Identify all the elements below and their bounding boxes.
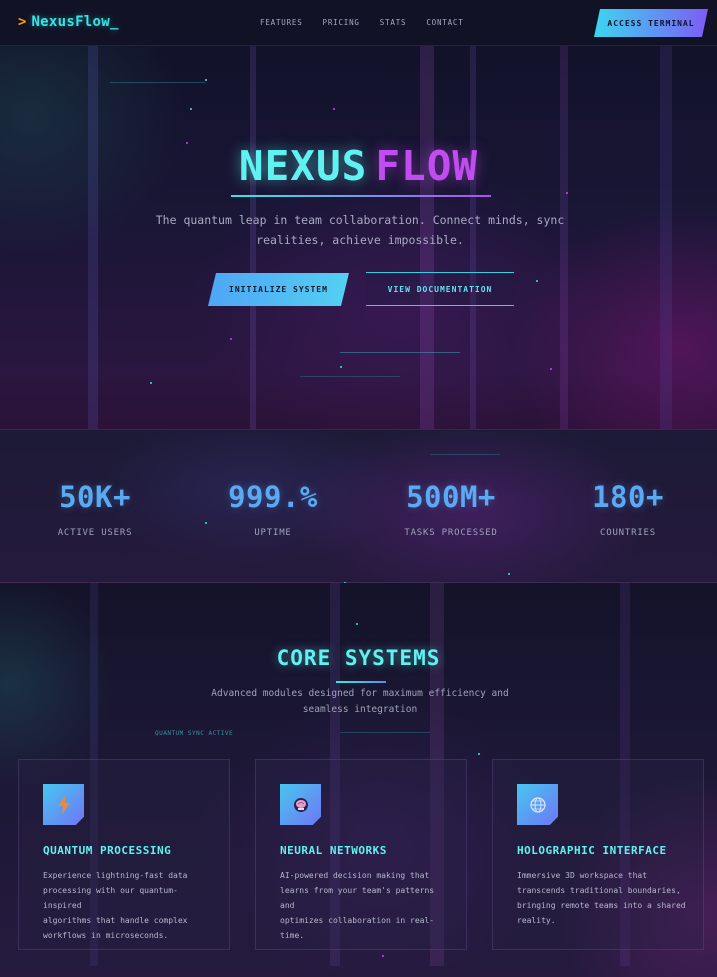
feature-card-description: AI-powered decision making that learns f… — [280, 868, 450, 943]
particle — [205, 79, 207, 81]
particle — [230, 338, 232, 340]
description-line: AI-powered decision making that — [280, 871, 430, 880]
particle — [150, 382, 152, 384]
particle — [190, 108, 192, 110]
stat-label: COUNTRIES — [600, 528, 656, 538]
description-line: Experience lightning-fast data — [43, 871, 188, 880]
light-streak — [660, 46, 672, 429]
stat-tasks-processed: 500M+ TASKS PROCESSED — [356, 480, 546, 538]
particle — [550, 368, 552, 370]
stat-label: UPTIME — [254, 528, 292, 538]
logo-text: NexusFlow_ — [31, 14, 119, 30]
particle — [333, 108, 335, 110]
core-systems-subtitle-line: Advanced modules designed for maximum ef… — [211, 688, 509, 699]
feature-card-title: NEURAL NETWORKS — [280, 844, 387, 857]
logo-chevron-icon: > — [18, 14, 27, 30]
features-section: CORE SYSTEMS Advanced modules designed f… — [0, 583, 717, 977]
nav-links: FEATURES PRICING STATS CONTACT — [260, 18, 464, 27]
brain-icon — [280, 784, 321, 825]
quantum-sync-label: QUANTUM SYNC ACTIVE — [155, 730, 234, 737]
nav-link-stats[interactable]: STATS — [380, 18, 407, 27]
feature-card-title: HOLOGRAPHIC INTERFACE — [517, 844, 667, 857]
stat-value: 500M+ — [406, 480, 496, 514]
core-systems-underline — [336, 681, 386, 683]
scan-line — [340, 732, 430, 733]
stat-value: 999.% — [228, 480, 318, 514]
stat-value: 180+ — [592, 480, 664, 514]
core-systems-subtitle-line: seamless integration — [302, 704, 418, 715]
feature-card-holographic-interface[interactable]: HOLOGRAPHIC INTERFACE Immersive 3D works… — [492, 759, 704, 950]
description-line: processing with our quantum-inspired — [43, 886, 178, 910]
logo[interactable]: > NexusFlow_ — [18, 14, 119, 30]
hero-subtitle-line: realities, achieve impossible. — [256, 233, 464, 247]
hero-title-flow: FLOW — [375, 142, 479, 190]
hero-subtitle: The quantum leap in team collaboration. … — [150, 210, 570, 250]
initialize-system-button[interactable]: INITIALIZE SYSTEM — [208, 273, 349, 306]
scan-line — [300, 376, 400, 377]
description-line: algorithms that handle complex — [43, 916, 188, 925]
hero-section: NEXUS FLOW The quantum leap in team colla… — [0, 46, 717, 429]
description-line: workflows in microseconds. — [43, 931, 169, 940]
scan-line — [430, 454, 500, 455]
lightning-icon — [43, 784, 84, 825]
scan-line — [340, 352, 460, 353]
stat-value: 50K+ — [59, 480, 131, 514]
stat-label: TASKS PROCESSED — [404, 528, 498, 538]
particle — [340, 366, 342, 368]
particle — [566, 192, 568, 194]
description-line: time. — [280, 931, 305, 940]
light-streak — [88, 46, 98, 429]
stat-countries: 180+ COUNTRIES — [533, 480, 717, 538]
description-line: optimizes collaboration in real- — [280, 916, 435, 925]
view-documentation-button[interactable]: VIEW DOCUMENTATION — [366, 272, 514, 306]
stat-active-users: 50K+ ACTIVE USERS — [0, 480, 190, 538]
hero-title-nexus: NEXUS — [238, 142, 368, 190]
description-line: reality. — [517, 916, 556, 925]
access-terminal-button[interactable]: ACCESS TERMINAL — [594, 9, 708, 37]
description-line: Immersive 3D workspace that — [517, 871, 648, 880]
description-line: transcends traditional boundaries, — [517, 886, 681, 895]
core-systems-title: CORE SYSTEMS — [276, 646, 441, 670]
nav-link-features[interactable]: FEATURES — [260, 18, 303, 27]
nav-link-pricing[interactable]: PRICING — [323, 18, 360, 27]
stat-uptime: 999.% UPTIME — [178, 480, 368, 538]
description-line: bringing remote teams into a shared — [517, 901, 686, 910]
particle — [356, 623, 358, 625]
stat-label: ACTIVE USERS — [57, 528, 133, 538]
particle — [536, 280, 538, 282]
core-systems-subtitle: Advanced modules designed for maximum ef… — [200, 686, 520, 718]
stats-section: 50K+ ACTIVE USERS 999.% UPTIME 500M+ TAS… — [0, 429, 717, 584]
particle — [382, 955, 384, 957]
scan-line — [110, 82, 205, 83]
top-navbar: > NexusFlow_ FEATURES PRICING STATS CONT… — [0, 0, 717, 46]
feature-card-description: Immersive 3D workspace that transcends t… — [517, 868, 687, 928]
globe-icon — [517, 784, 558, 825]
feature-card-title: QUANTUM PROCESSING — [43, 844, 172, 857]
hero-subtitle-line: The quantum leap in team collaboration. … — [155, 213, 565, 227]
description-line: learns from your team's patterns and — [280, 886, 435, 910]
particle — [478, 753, 480, 755]
hero-title: NEXUS FLOW — [0, 142, 717, 190]
feature-card-quantum-processing[interactable]: QUANTUM PROCESSING Experience lightning-… — [18, 759, 230, 950]
feature-card-description: Experience lightning-fast data processin… — [43, 868, 213, 943]
feature-card-neural-networks[interactable]: NEURAL NETWORKS AI-powered decision maki… — [255, 759, 467, 950]
nav-link-contact[interactable]: CONTACT — [426, 18, 463, 27]
hero-title-underline — [231, 195, 491, 197]
particle — [508, 573, 510, 575]
